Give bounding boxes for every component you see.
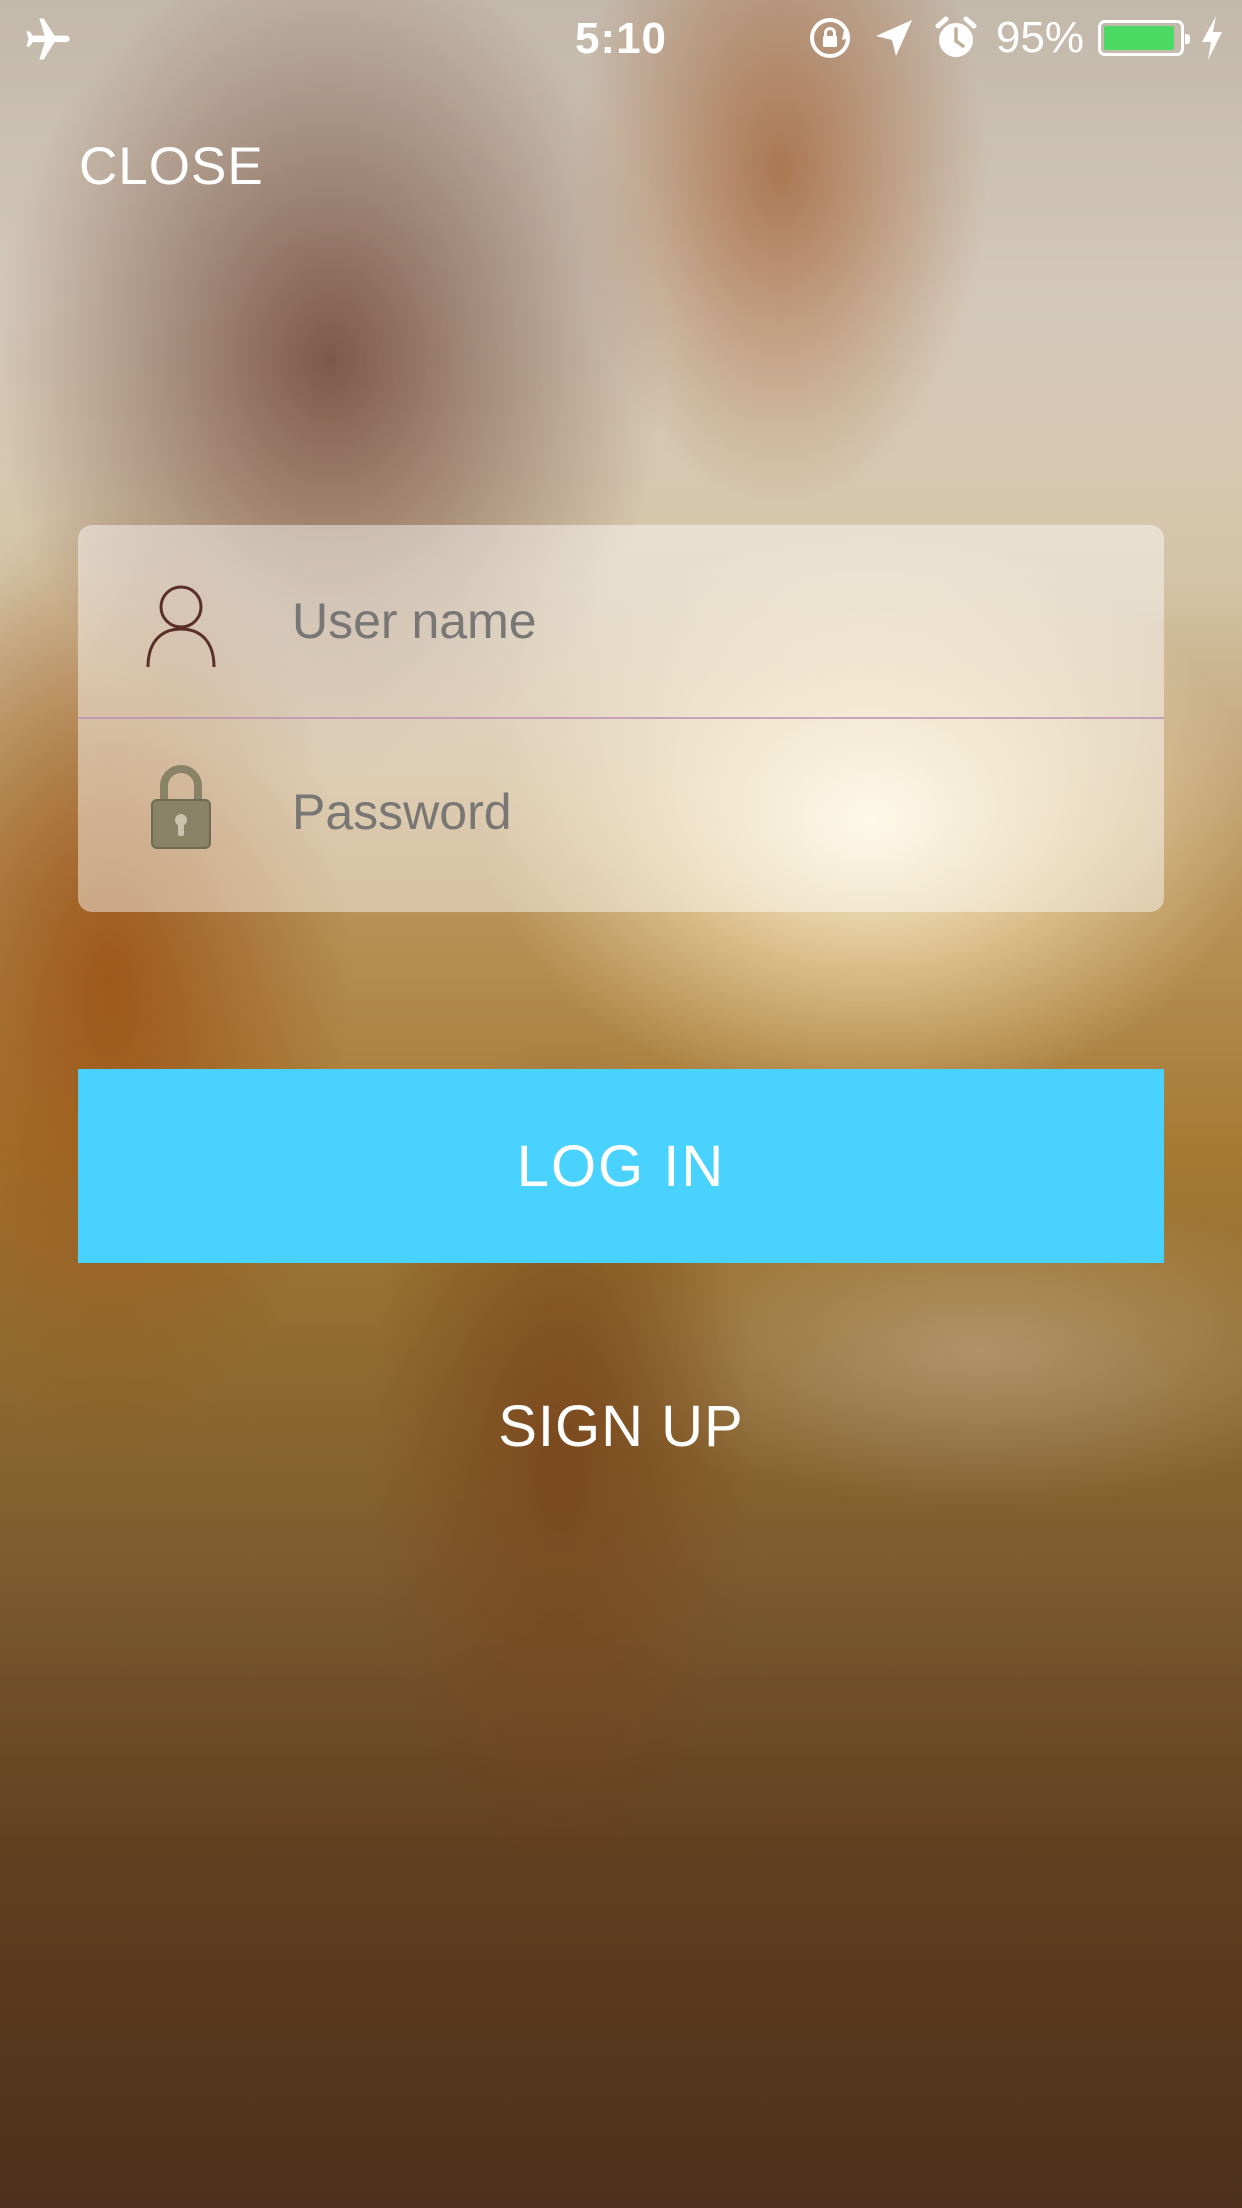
user-icon [146, 585, 216, 668]
login-button[interactable]: LOG IN [78, 1069, 1164, 1263]
lock-icon [151, 765, 211, 849]
status-bar: 5:10 95% [0, 0, 1242, 78]
location-arrow-icon [875, 20, 912, 56]
battery-fill [1104, 26, 1174, 50]
username-row [78, 525, 1164, 717]
orientation-lock-icon [809, 18, 850, 58]
status-right-group: 95% [808, 12, 1226, 64]
login-form-card [78, 525, 1164, 912]
password-row [78, 720, 1164, 912]
password-input[interactable] [292, 772, 1112, 852]
battery-percent: 95% [995, 13, 1084, 62]
signup-button[interactable]: SIGN UP [0, 1393, 1242, 1460]
alarm-icon [935, 16, 977, 57]
battery-tip [1185, 34, 1190, 44]
username-input[interactable] [292, 581, 1112, 661]
field-divider [78, 717, 1164, 719]
charging-bolt-icon [1202, 16, 1222, 60]
close-button[interactable]: CLOSE [79, 136, 264, 197]
battery-icon [1098, 20, 1190, 56]
